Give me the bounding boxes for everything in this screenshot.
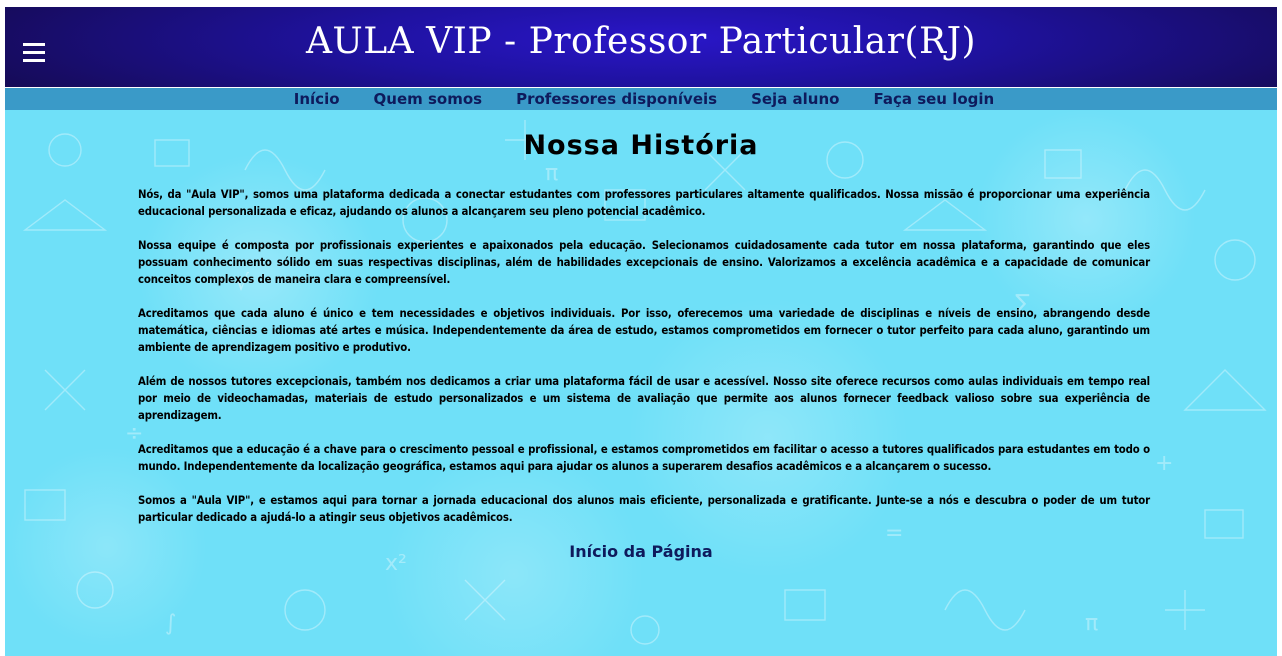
paragraph-3: Acreditamos que cada aluno é único e tem… — [138, 307, 1150, 354]
paragraph-5: Acreditamos que a educação é a chave par… — [138, 443, 1150, 473]
page-title: Nossa História — [523, 130, 759, 161]
nav-link-login[interactable]: Faça seu login — [873, 90, 994, 108]
svg-text:π: π — [1085, 611, 1098, 636]
nav-link-quem-somos[interactable]: Quem somos — [374, 90, 483, 108]
back-to-top-link[interactable]: Início da Página — [569, 542, 712, 561]
site-header: AULA VIP - Professor Particular(RJ) — [5, 7, 1277, 87]
main-content: π √ ∑ ÷ + x² = ∫ π Nossa História Nós, d… — [5, 110, 1277, 656]
paragraph-6: Somos a "Aula VIP", e estamos aqui para … — [138, 494, 1150, 524]
svg-text:π: π — [545, 161, 558, 186]
paragraph-4: Além de nossos tutores excepcionais, tam… — [138, 375, 1150, 422]
nav-link-inicio[interactable]: Início — [294, 90, 340, 108]
nav-link-seja-aluno[interactable]: Seja aluno — [751, 90, 839, 108]
paragraph-2: Nossa equipe é composta por profissionai… — [138, 239, 1150, 286]
svg-text:∫: ∫ — [165, 611, 176, 636]
svg-text:+: + — [1155, 451, 1173, 476]
nav-link-professores[interactable]: Professores disponíveis — [516, 90, 717, 108]
main-nav: Início Quem somos Professores disponívei… — [5, 88, 1277, 110]
back-to-top: Início da Página — [5, 542, 1277, 562]
page-frame: AULA VIP - Professor Particular(RJ) Iníc… — [5, 7, 1277, 656]
site-title: AULA VIP - Professor Particular(RJ) — [305, 21, 977, 62]
paragraph-1: Nós, da "Aula VIP", somos uma plataforma… — [138, 188, 1150, 218]
history-text: Nós, da "Aula VIP", somos uma plataforma… — [138, 186, 1150, 543]
